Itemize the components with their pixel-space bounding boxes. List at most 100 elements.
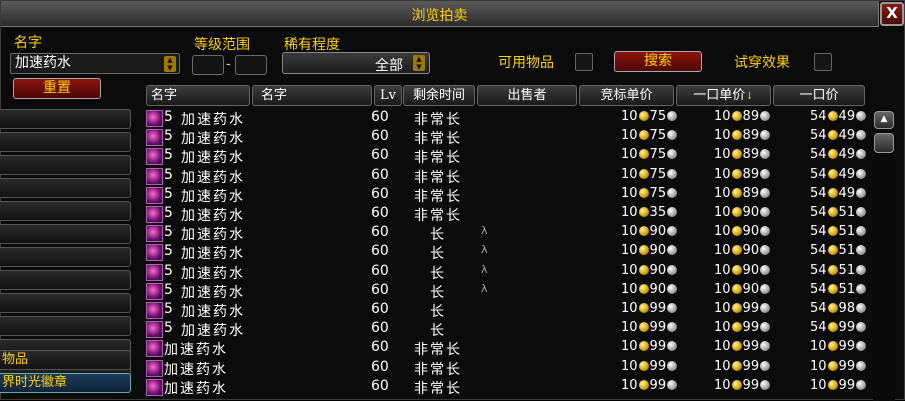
- item-level: 60: [371, 128, 389, 145]
- category-item[interactable]: [0, 132, 131, 152]
- silver-coin-icon: [856, 149, 867, 160]
- column-header-name[interactable]: 名字: [146, 85, 250, 106]
- usable-items-checkbox[interactable]: [575, 53, 593, 71]
- buyout-gold: 54: [810, 128, 827, 144]
- stack-count: 5: [164, 301, 173, 317]
- scroll-thumb[interactable]: [874, 133, 894, 153]
- bid-unit-price: 10 90: [621, 243, 678, 262]
- bid-unit-price: 10 99: [621, 320, 678, 339]
- gold-coin-icon: [827, 303, 838, 313]
- category-item[interactable]: [0, 270, 131, 290]
- potion-icon: [146, 263, 163, 281]
- table-row[interactable]: 5 加速药水 60 非常长 10 75 10 89 54 49: [146, 167, 871, 186]
- time-left: 非常长: [414, 380, 462, 397]
- category-item[interactable]: [0, 247, 131, 267]
- unit-gold: 10: [714, 339, 731, 355]
- column-header-seller[interactable]: 出售者: [477, 85, 577, 106]
- silver-coin-icon: [760, 360, 771, 371]
- category-item[interactable]: [0, 155, 131, 175]
- search-button[interactable]: 搜索: [614, 51, 702, 72]
- seller-name: λ: [481, 262, 488, 276]
- gold-coin-icon: [638, 264, 649, 275]
- gold-coin-icon: [731, 341, 742, 352]
- table-row[interactable]: 5 加速药水 60 非常长 10 35 10 90 54 51: [146, 205, 871, 224]
- buyout-unit-price: 10 99: [714, 320, 771, 339]
- table-row[interactable]: 5 加速药水 60 长 10 99 10 99 54 98: [146, 301, 871, 320]
- unit-gold: 10: [714, 128, 731, 144]
- scrollbar[interactable]: ▲: [873, 109, 895, 401]
- table-row[interactable]: 5 加速药水 60 长 λ 10 90 10 90 54 51: [146, 243, 871, 262]
- bid-silver: 75: [649, 166, 667, 182]
- close-button[interactable]: X: [880, 2, 904, 26]
- rarity-dropdown[interactable]: 全部 ▲ ▼: [282, 52, 430, 74]
- category-item[interactable]: [0, 109, 131, 129]
- buyout-price: 54 49: [810, 109, 867, 128]
- category-item-selected[interactable]: 界时光徽章: [0, 373, 131, 393]
- unit-gold: 10: [714, 301, 731, 316]
- silver-coin-icon: [760, 187, 771, 198]
- category-item[interactable]: [0, 293, 131, 313]
- category-item[interactable]: [0, 201, 131, 221]
- reset-button[interactable]: 重置: [13, 78, 101, 99]
- silver-coin-icon: [856, 264, 867, 275]
- column-header-buyout-unit[interactable]: 一口单价↓: [676, 85, 771, 106]
- name-spin-icon[interactable]: ▲ ▼: [164, 56, 176, 72]
- unit-silver: 99: [742, 377, 760, 393]
- table-row[interactable]: 5 加速药水 60 长 λ 10 90 10 90 54 51: [146, 282, 871, 301]
- unit-silver: 90: [742, 262, 760, 278]
- item-name: 加速药水: [181, 304, 245, 320]
- table-row[interactable]: 5 加速药水 60 非常长 10 75 10 89 54 49: [146, 147, 871, 166]
- bid-unit-price: 10 99: [621, 378, 678, 397]
- bid-silver: 99: [649, 320, 667, 336]
- column-header-name-2[interactable]: 名字: [252, 85, 372, 106]
- silver-coin-icon: [667, 149, 678, 160]
- preview-checkbox[interactable]: [814, 53, 832, 71]
- column-header-time-left[interactable]: 剩余时间: [403, 85, 475, 106]
- table-row[interactable]: 加速药水 60 非常长 10 99 10 99 10 99: [146, 378, 871, 397]
- unit-gold: 10: [714, 147, 731, 163]
- max-level-input[interactable]: [235, 55, 267, 75]
- gold-coin-icon: [731, 283, 742, 294]
- potion-icon: [146, 186, 163, 204]
- table-row[interactable]: 5 加速药水 60 非常长 10 75 10 89 54 49: [146, 128, 871, 147]
- silver-coin-icon: [667, 379, 678, 390]
- item-level: 60: [371, 301, 389, 317]
- gold-coin-icon: [827, 245, 838, 256]
- gold-coin-icon: [638, 303, 649, 313]
- auction-window: 浏览拍卖 X 名字 等级范围 稀有程度 加速药水 ▲ ▼ - 全部 ▲ ▼ 可用物品…: [0, 0, 905, 401]
- scroll-up-icon[interactable]: ▲: [874, 111, 894, 129]
- category-item[interactable]: [0, 316, 131, 336]
- unit-gold: 10: [714, 358, 731, 374]
- stack-count: 5: [164, 320, 173, 337]
- buyout-unit-price: 10 99: [714, 378, 771, 397]
- min-level-input[interactable]: [192, 55, 224, 75]
- unit-silver: 90: [742, 205, 760, 220]
- name-search-input[interactable]: 加速药水: [10, 53, 180, 74]
- silver-coin-icon: [667, 207, 678, 217]
- table-row[interactable]: 加速药水 60 非常长 10 99 10 99 10 99: [146, 339, 871, 358]
- column-header-bid-unit[interactable]: 竞标单价: [579, 85, 674, 106]
- silver-coin-icon: [760, 303, 771, 313]
- bid-silver: 99: [649, 339, 667, 355]
- item-level: 60: [371, 243, 389, 260]
- category-item[interactable]: [0, 178, 131, 198]
- table-row[interactable]: 5 加速药水 60 长 λ 10 90 10 90 54 51: [146, 224, 871, 243]
- table-row[interactable]: 5 加速药水 60 长 10 99 10 99 54 99: [146, 320, 871, 339]
- column-header-level[interactable]: Lv: [374, 85, 402, 106]
- table-row[interactable]: 5 加速药水 60 长 λ 10 90 10 90 54 51: [146, 263, 871, 282]
- bid-silver: 99: [649, 301, 667, 316]
- potion-icon: [146, 225, 163, 243]
- category-item[interactable]: [0, 224, 131, 244]
- table-row[interactable]: 5 加速药水 60 非常长 10 75 10 89 54 49: [146, 186, 871, 205]
- sort-arrow-icon: ↓: [745, 91, 754, 102]
- buyout-unit-price: 10 90: [714, 205, 771, 224]
- potion-icon: [146, 378, 163, 396]
- time-left: 非常长: [414, 150, 462, 167]
- gold-coin-icon: [638, 187, 649, 198]
- potion-icon: [146, 206, 163, 223]
- category-item-items[interactable]: 物品: [0, 350, 131, 370]
- table-row[interactable]: 加速药水 60 非常长 10 99 10 99 10 99: [146, 359, 871, 378]
- table-row[interactable]: 5 加速药水 60 非常长 10 75 10 89 54 49: [146, 109, 871, 128]
- column-header-buyout[interactable]: 一口价: [773, 85, 865, 106]
- buyout-price: 10 99: [810, 378, 867, 397]
